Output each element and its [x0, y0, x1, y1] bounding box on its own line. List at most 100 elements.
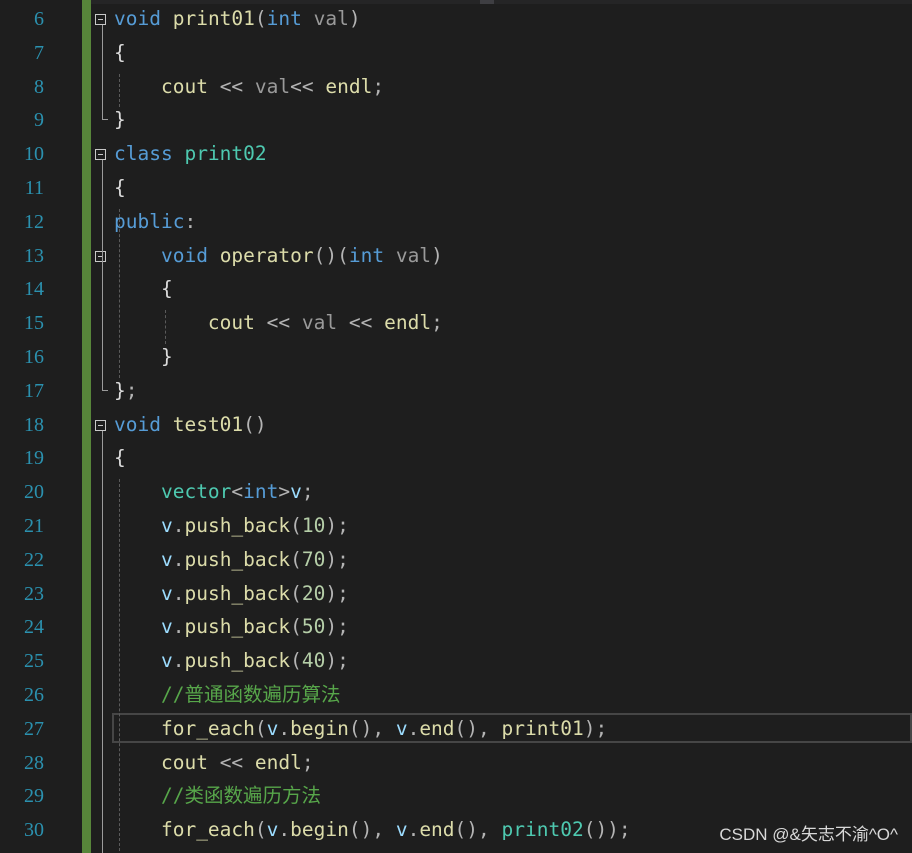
- code-line[interactable]: 7{: [0, 36, 912, 70]
- collapse-toggle-icon[interactable]: [95, 419, 106, 431]
- code-line[interactable]: 26 //普通函数遍历算法: [0, 678, 912, 712]
- code-line[interactable]: 11 {: [0, 171, 912, 205]
- code-line[interactable]: 18 void test01(): [0, 408, 912, 442]
- code-token: //类函数遍历方法: [160, 784, 321, 808]
- code-token: void: [114, 7, 161, 30]
- code-token: (: [290, 547, 302, 571]
- code-line[interactable]: 12 public:: [0, 205, 912, 239]
- code-token: v: [160, 514, 173, 537]
- code-text[interactable]: cout << val<< endl;: [114, 70, 384, 104]
- code-line[interactable]: 23 v.push_back(20);: [0, 577, 912, 611]
- code-token: print01: [172, 7, 255, 30]
- code-line[interactable]: 10 class print02: [0, 137, 912, 171]
- code-token: int: [243, 480, 279, 504]
- line-number: 6: [34, 8, 44, 30]
- code-token: int: [266, 7, 302, 30]
- code-line[interactable]: 16 }: [0, 340, 912, 374]
- outline-bracket-end: [102, 389, 108, 391]
- code-token: val: [254, 74, 291, 98]
- code-token: endl: [325, 74, 373, 98]
- collapse-toggle-icon[interactable]: [95, 14, 106, 25]
- code-line[interactable]: 15 cout << val << endl;: [0, 306, 912, 340]
- code-text[interactable]: {: [114, 36, 126, 70]
- line-number: 29: [24, 785, 44, 808]
- code-text[interactable]: cout << endl;: [114, 746, 314, 780]
- line-number: 26: [24, 684, 44, 706]
- code-token: ;: [301, 750, 314, 774]
- indent-guide: [119, 208, 120, 378]
- collapse-toggle-icon[interactable]: [95, 250, 106, 262]
- code-text[interactable]: v.push_back(10);: [114, 509, 349, 543]
- code-text[interactable]: void print01(int val): [114, 2, 361, 36]
- code-token: (: [254, 818, 267, 842]
- code-line[interactable]: 22 v.push_back(70);: [0, 543, 912, 577]
- code-text[interactable]: v.push_back(70);: [114, 543, 349, 577]
- code-text[interactable]: {: [114, 171, 126, 205]
- code-token: :: [184, 209, 197, 233]
- code-token: ;: [431, 311, 443, 335]
- code-text[interactable]: {: [114, 441, 126, 475]
- code-text[interactable]: vector<int>v;: [114, 475, 314, 509]
- code-token: v: [160, 581, 173, 605]
- collapse-toggle-icon[interactable]: [95, 149, 106, 161]
- code-token: v: [160, 547, 173, 571]
- code-text[interactable]: v.push_back(20);: [114, 577, 349, 611]
- code-token: (: [290, 649, 302, 673]
- line-number: 23: [24, 582, 44, 605]
- code-text[interactable]: class print02: [114, 137, 267, 171]
- code-text[interactable]: }: [114, 340, 173, 374]
- code-token: endl: [384, 311, 432, 335]
- code-line[interactable]: 14 {: [0, 272, 912, 306]
- code-line[interactable]: 13 void operator()(int val): [0, 239, 912, 273]
- code-text[interactable]: }: [114, 103, 126, 137]
- code-line[interactable]: 19 {: [0, 441, 912, 475]
- code-text[interactable]: public:: [114, 205, 196, 239]
- code-text[interactable]: void test01(): [114, 408, 267, 442]
- code-line[interactable]: 20 vector<int>v;: [0, 475, 912, 509]
- code-line[interactable]: 25 v.push_back(40);: [0, 644, 912, 678]
- code-line[interactable]: 24 v.push_back(50);: [0, 610, 912, 644]
- code-token: (: [254, 7, 267, 30]
- code-text[interactable]: v.push_back(50);: [114, 610, 349, 644]
- code-text[interactable]: //普通函数遍历算法: [114, 678, 340, 712]
- code-line[interactable]: 29 //类函数遍历方法: [0, 779, 912, 813]
- code-text[interactable]: cout << val << endl;: [114, 306, 443, 340]
- code-token: int: [348, 243, 385, 267]
- line-number: 11: [24, 177, 44, 199]
- code-token: .: [172, 581, 185, 605]
- code-token: .: [407, 818, 420, 842]
- code-text[interactable]: v.push_back(40);: [114, 644, 349, 678]
- code-text[interactable]: void operator()(int val): [114, 239, 443, 273]
- code-token: begin: [290, 818, 349, 842]
- code-text[interactable]: //类函数遍历方法: [114, 779, 321, 813]
- code-token: ;: [301, 480, 314, 504]
- code-text[interactable]: {: [114, 272, 173, 306]
- code-token: <<: [219, 74, 244, 98]
- code-line[interactable]: 17};: [0, 374, 912, 408]
- outline-bracket: [102, 25, 103, 121]
- code-text[interactable]: };: [114, 374, 138, 408]
- code-token: {: [114, 176, 126, 199]
- code-line[interactable]: 28 cout << endl;: [0, 746, 912, 780]
- code-token: }: [114, 108, 126, 132]
- code-line[interactable]: 6 void print01(int val): [0, 2, 912, 36]
- line-number: 19: [24, 447, 44, 470]
- line-number: 20: [24, 481, 44, 504]
- code-line[interactable]: 21 v.push_back(10);: [0, 509, 912, 543]
- code-text[interactable]: for_each(v.begin(), v.end(), print02());: [114, 813, 631, 847]
- code-token: 10: [301, 514, 326, 537]
- code-line[interactable]: 9}: [0, 103, 912, 137]
- code-line[interactable]: 8 cout << val<< endl;: [0, 70, 912, 104]
